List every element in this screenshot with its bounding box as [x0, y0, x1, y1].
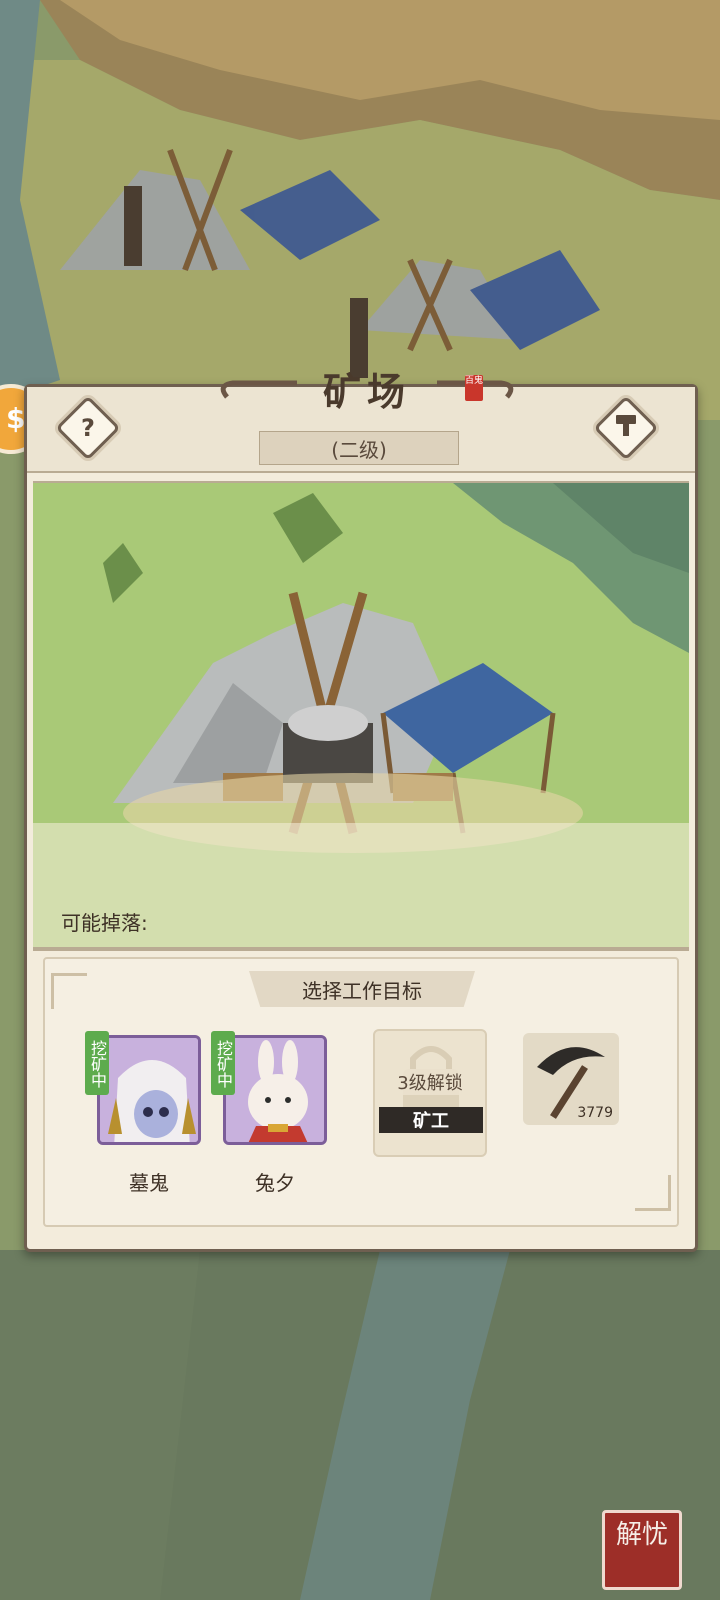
question-icon: ? — [81, 413, 95, 442]
worker-name: 兔夕 — [255, 1171, 295, 1195]
panel-header: 矿场 百鬼 (二级) ? — [27, 369, 695, 473]
worker-type-label: 矿工 — [379, 1107, 483, 1133]
corner-ornament — [51, 973, 87, 1009]
worker-portrait — [97, 1035, 201, 1145]
building-level: (二级) — [331, 437, 387, 462]
dark-ore-icon — [73, 943, 153, 951]
tool-count: 3779 — [577, 1105, 613, 1121]
work-target-title: 选择工作目标 — [302, 978, 422, 1003]
crystal-ore-icon — [329, 943, 409, 951]
worker-card-1[interactable]: 挖矿中 墓鬼 — [85, 1031, 205, 1195]
worker-status-tag: 挖矿中 — [85, 1031, 109, 1095]
worker-card-2[interactable]: 挖矿中 兔夕 — [211, 1031, 331, 1195]
help-button[interactable]: ? — [55, 395, 121, 461]
title-banner: 矿场 百鬼 — [207, 357, 527, 421]
building-panel: 矿场 百鬼 (二级) ? 可能掉落: 选择工作目标 挖矿中 墓鬼 挖矿中 兔夕 … — [24, 369, 698, 1252]
drop-item-gold-ore[interactable] — [205, 943, 285, 951]
hammer-icon — [613, 412, 639, 444]
drop-item-dark-ore[interactable] — [73, 943, 153, 951]
gold-ore-icon — [205, 943, 285, 951]
worker-portrait — [223, 1035, 327, 1145]
mine-scene-art — [33, 483, 689, 947]
jieyou-badge-button[interactable]: 解忧 — [602, 1510, 682, 1590]
worker-name: 墓鬼 — [129, 1171, 169, 1195]
drops-label: 可能掉落: — [61, 911, 148, 935]
ghost-portrait-icon — [100, 1038, 198, 1142]
build-button[interactable] — [593, 395, 659, 461]
mine-illustration: 可能掉落: — [33, 481, 689, 951]
rabbit-portrait-icon — [226, 1038, 324, 1142]
pickaxe-tool-slot[interactable]: 3779 — [523, 1033, 619, 1125]
title-seal: 百鬼 — [465, 375, 483, 401]
locked-worker-slot[interactable]: 3级解锁 矿工 — [373, 1029, 487, 1157]
unlock-requirement: 3级解锁 — [377, 1069, 483, 1095]
worker-status-tag: 挖矿中 — [211, 1031, 235, 1095]
corner-ornament — [635, 1175, 671, 1211]
drop-item-crystal-ore[interactable] — [329, 943, 409, 951]
work-target-section: 选择工作目标 挖矿中 墓鬼 挖矿中 兔夕 3级解锁 矿工 3779 — [43, 957, 679, 1227]
work-target-title-bar: 选择工作目标 — [249, 971, 475, 1007]
level-bar: (二级) — [259, 431, 459, 465]
jieyou-badge-text: 解忧 — [615, 1520, 668, 1550]
